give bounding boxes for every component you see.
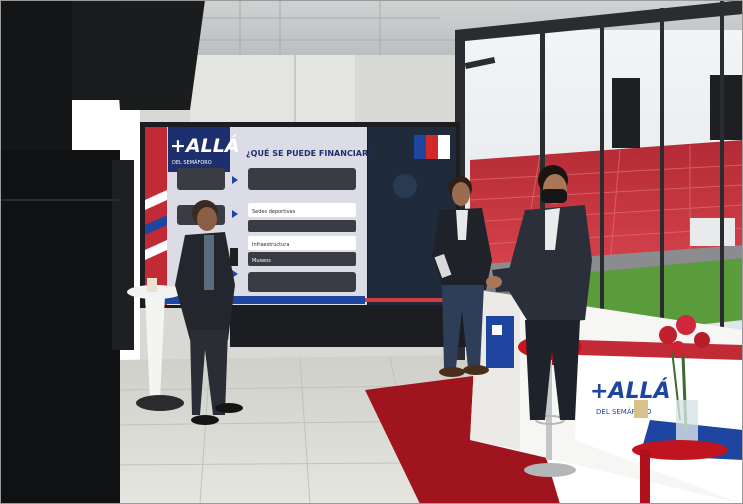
screen-logo: +ALLÁ [170,134,240,157]
screen-logo-subtext: DEL SEMÁFORO [172,159,212,166]
screen-list-item: Sedes deportivas [252,209,296,215]
screen-list-item: Museos [252,258,271,264]
photo-scene: +ALLÁ DEL SEMÁFORO ¿QUÉ SE PUEDE FINANCI… [0,0,743,504]
screen-list-item: Infraestructura [252,242,289,248]
banner-logo: +ALLÁ [590,378,671,404]
screen-headline: ¿QUÉ SE PUEDE FINANCIAR? [246,147,373,158]
